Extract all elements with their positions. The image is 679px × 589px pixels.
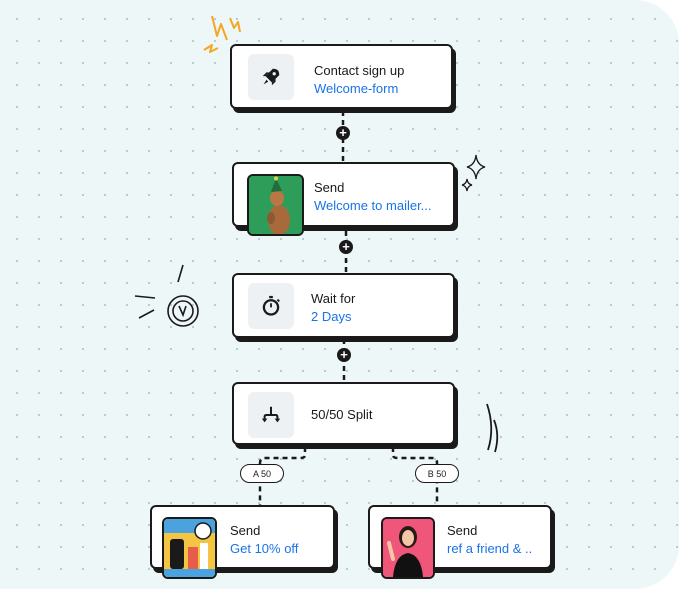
- trigger-title: Contact sign up: [314, 63, 405, 78]
- party-animal-image: [249, 176, 302, 234]
- email-thumbnail-animal: [247, 174, 304, 236]
- split-title: 50/50 Split: [311, 407, 373, 422]
- send-welcome-email-link[interactable]: Welcome to mailer...: [314, 198, 432, 213]
- trigger-icon-box: [248, 54, 294, 100]
- split-arrows-icon: [261, 406, 281, 423]
- add-step-button[interactable]: +: [339, 240, 353, 254]
- woman-pointing-image: [383, 519, 433, 577]
- branch-b-title: Send: [447, 523, 478, 538]
- trigger-form-link[interactable]: Welcome-form: [314, 81, 398, 96]
- sale-graphic-image: [164, 519, 215, 577]
- trigger-card[interactable]: Contact sign up Welcome-form: [230, 44, 453, 109]
- split-icon-box: [248, 392, 294, 438]
- add-step-button[interactable]: +: [336, 126, 350, 140]
- sparkle-decoration: [461, 154, 486, 192]
- branch-a-label[interactable]: A 50: [240, 464, 284, 483]
- motion-lines-decoration: [486, 403, 499, 453]
- wait-title: Wait for: [311, 291, 356, 306]
- branch-b-label[interactable]: B 50: [415, 464, 459, 483]
- flow-canvas: + + + Contact sign up Welcome-form Send …: [0, 0, 679, 589]
- wait-icon-box: [248, 283, 294, 329]
- email-thumbnail-sale: [162, 517, 217, 579]
- wait-card[interactable]: Wait for 2 Days: [232, 273, 455, 338]
- branch-a-title: Send: [230, 523, 261, 538]
- wait-duration[interactable]: 2 Days: [311, 309, 351, 324]
- branch-b-email-link[interactable]: ref a friend & ..: [447, 541, 532, 556]
- add-step-button[interactable]: +: [337, 348, 351, 362]
- split-card[interactable]: 50/50 Split: [232, 382, 455, 445]
- clock-doodle-icon: [134, 264, 199, 327]
- stopwatch-icon: [262, 295, 280, 316]
- branch-a-email-link[interactable]: Get 10% off: [230, 541, 298, 556]
- rocket-icon: [262, 68, 280, 86]
- email-thumbnail-woman: [381, 517, 435, 579]
- send-welcome-title: Send: [314, 180, 345, 195]
